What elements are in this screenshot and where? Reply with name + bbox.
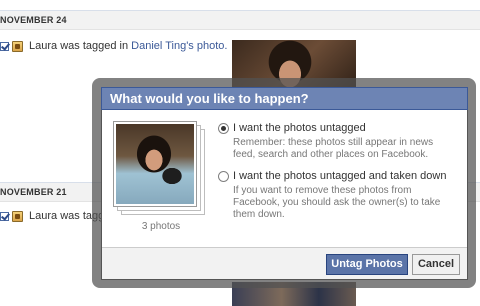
cancel-button[interactable]: Cancel: [412, 254, 460, 275]
photo-owner-link[interactable]: Daniel Ting: [131, 40, 186, 52]
radio-untag[interactable]: [218, 123, 229, 134]
activity-text: Laura was tagged in Daniel Ting's photo.: [29, 40, 227, 52]
actor-name: Laura: [29, 40, 58, 52]
photo-link-suffix[interactable]: 's photo.: [186, 40, 227, 52]
photo-tag-icon: [12, 210, 23, 222]
checkbox[interactable]: [0, 41, 9, 51]
option-untag-label[interactable]: I want the photos untagged: [233, 122, 366, 134]
activity-log-row: Laura was tagged in Daniel Ting's photo.: [0, 38, 227, 54]
activity-log-row: Laura was tagg: [0, 208, 104, 224]
untag-photos-button[interactable]: Untag Photos: [326, 254, 408, 275]
action-text: was tagged in: [60, 40, 129, 52]
dialog-title: What would you like to happen?: [101, 87, 468, 110]
option-untag-help: Remember: these photos still appear in n…: [233, 137, 434, 160]
untag-dialog: What would you like to happen? 3 photos …: [101, 87, 468, 280]
photo-tag-icon: [12, 40, 23, 52]
checkbox[interactable]: [0, 211, 9, 221]
dialog-body: 3 photos I want the photos untagged Reme…: [102, 110, 467, 247]
photo-image: [116, 124, 194, 204]
option-untag-and-remove-help: If you want to remove these photos from …: [233, 185, 441, 220]
option-untag-and-remove-label[interactable]: I want the photos untagged and taken dow…: [233, 170, 446, 182]
date-header-nov-24: NOVEMBER 24: [0, 10, 480, 30]
photos-count: 3 photos: [141, 221, 181, 232]
photo-stack: 3 photos: [113, 121, 205, 232]
tagged-photo-preview: [113, 121, 197, 207]
dialog-footer: Untag Photos Cancel: [102, 247, 467, 279]
actor-name: Laura: [29, 210, 58, 222]
radio-untag-and-remove[interactable]: [218, 171, 229, 182]
